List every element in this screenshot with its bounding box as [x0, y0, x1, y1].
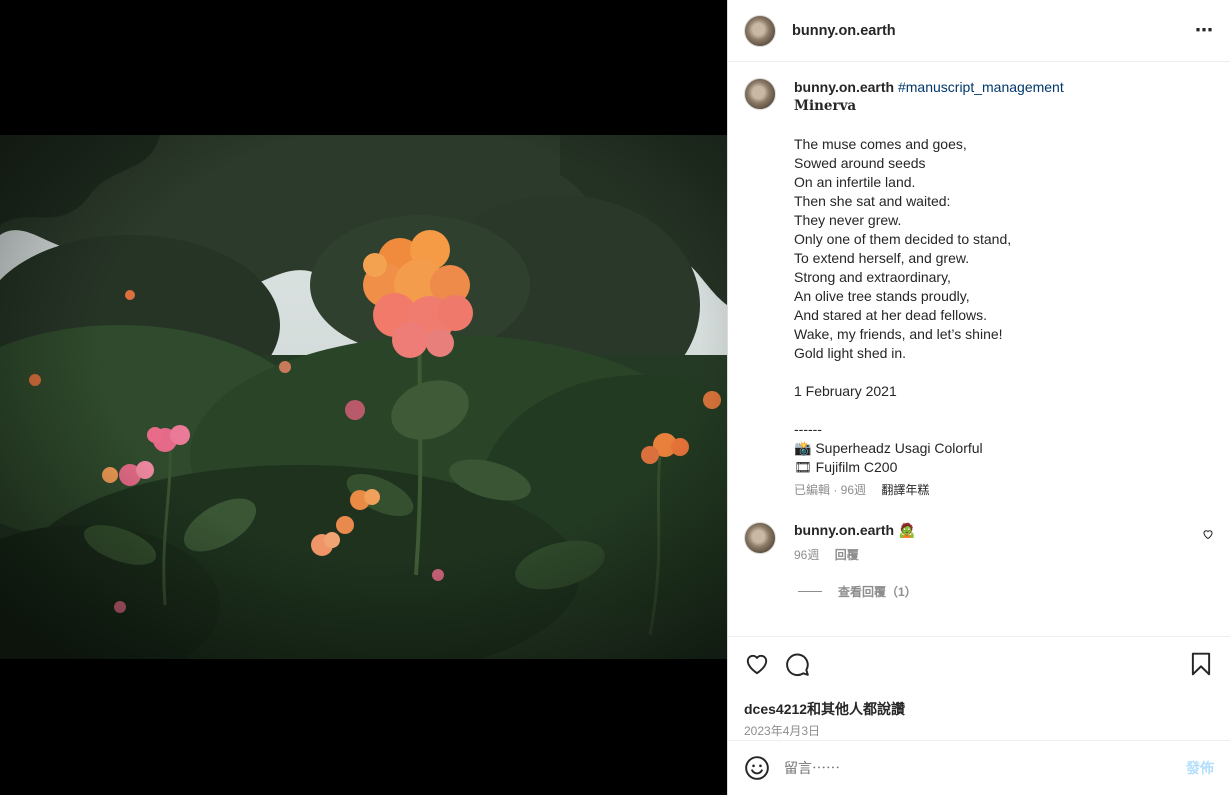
edited-age: 已編輯 · 96週 [794, 483, 867, 497]
caption: bunny.on.earth #manuscript_management Mi… [744, 78, 1214, 500]
comment-username[interactable]: bunny.on.earth [794, 522, 894, 538]
comment-avatar[interactable] [744, 522, 776, 554]
reply-button[interactable]: 回覆 [835, 548, 859, 562]
flower-photo [0, 135, 727, 659]
comment-item: bunny.on.earth 🧟 96週 回覆 [744, 522, 1214, 563]
post-media [0, 0, 727, 795]
comment-composer: 發佈 [728, 740, 1230, 795]
bookmark-icon[interactable] [1188, 651, 1214, 677]
poem-line: ------ [794, 421, 822, 437]
avatar[interactable] [744, 14, 776, 47]
action-icons [744, 651, 1214, 677]
post-header: bunny.on.earth ⋯ [728, 0, 1230, 62]
poem-lines: The muse comes and goes, Sowed around see… [794, 116, 1214, 477]
caption-avatar[interactable] [744, 78, 776, 110]
comments-section: bunny.on.earth #manuscript_management Mi… [728, 62, 1230, 636]
poem-line [794, 116, 1214, 135]
post-photo[interactable] [0, 135, 727, 659]
comment-bubble-icon[interactable] [784, 651, 810, 677]
poem-line: Gold light shed in. [794, 345, 907, 361]
poem-line: 🎞 Fujifilm C200 [794, 459, 898, 475]
post-actions: dces4212和其他人都說讚 2023年4月3日 [728, 636, 1230, 740]
caption-meta: 已編輯 · 96週 翻譯年糕 [794, 481, 1214, 500]
comment-meta: 96週 回覆 [794, 546, 915, 563]
caption-username[interactable]: bunny.on.earth [794, 79, 894, 95]
poem-line: 1 February 2021 [794, 383, 897, 399]
hashtag-link[interactable]: #manuscript_management [898, 79, 1064, 95]
poem-line: Sowed around seeds [794, 155, 926, 171]
comment-like-heart-icon[interactable] [1202, 528, 1214, 540]
post-details-panel: bunny.on.earth ⋯ bunny.on.earth #manuscr… [727, 0, 1230, 795]
comment-age: 96週 [794, 548, 820, 562]
post-author-username[interactable]: bunny.on.earth [792, 23, 896, 39]
poem-line: Strong and extraordinary, [794, 269, 951, 285]
poem-line [794, 401, 1214, 420]
view-replies-button[interactable]: 查看回覆（1） [798, 583, 1214, 600]
like-heart-icon[interactable] [744, 651, 770, 677]
poem-line: On an infertile land. [794, 174, 916, 190]
likes-summary[interactable]: dces4212和其他人都說讚 [744, 699, 1214, 719]
poem-line: The muse comes and goes, [794, 136, 967, 152]
poem-line [794, 363, 1214, 382]
divider-dash [798, 591, 822, 592]
post-date[interactable]: 2023年4月3日 [744, 722, 1214, 739]
comment-body: bunny.on.earth 🧟 96週 回覆 [794, 522, 915, 563]
comment-emoji: 🧟 [897, 522, 916, 538]
poem-line: They never grew. [794, 212, 902, 228]
more-options-icon[interactable]: ⋯ [1195, 20, 1214, 41]
emoji-icon[interactable] [744, 755, 770, 781]
poem-line: Wake, my friends, and let’s shine! [794, 326, 1003, 342]
comment-input[interactable] [784, 760, 1186, 776]
poem-title: Minerva [794, 98, 857, 114]
poem-line: To extend herself, and grew. [794, 250, 970, 266]
poem-line: 📸 Superheadz Usagi Colorful [794, 440, 983, 456]
poem-line: And stared at her dead fellows. [794, 307, 988, 323]
view-replies-label: 查看回覆（1） [838, 585, 917, 599]
post-comment-button[interactable]: 發佈 [1186, 758, 1214, 778]
poem-line: Only one of them decided to stand, [794, 231, 1012, 247]
caption-body: bunny.on.earth #manuscript_management Mi… [794, 78, 1214, 500]
poem-line: Then she sat and waited: [794, 193, 951, 209]
poem-line: An olive tree stands proudly, [794, 288, 970, 304]
translate-link[interactable]: 翻譯年糕 [881, 483, 929, 497]
